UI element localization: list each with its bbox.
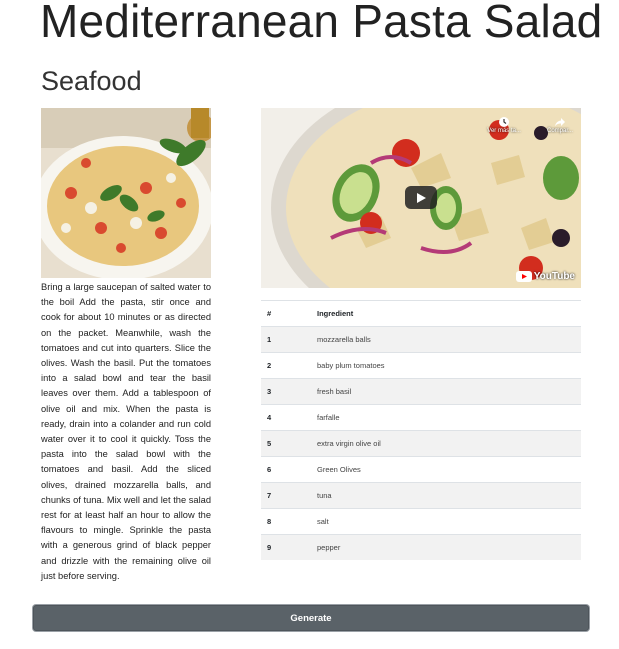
share-icon <box>554 118 565 127</box>
row-ingredient: tuna <box>317 482 581 509</box>
header-number: # <box>261 300 317 327</box>
youtube-icon <box>515 271 532 282</box>
table-row: 8 salt <box>261 508 581 535</box>
play-icon <box>417 192 426 203</box>
row-ingredient: extra virgin olive oil <box>317 430 581 457</box>
youtube-logo[interactable]: YouTube <box>515 271 575 282</box>
table-row: 6 Green Olives <box>261 456 581 483</box>
table-row: 9 pepper <box>261 534 581 560</box>
table-row: 4 farfalle <box>261 404 581 431</box>
row-number: 9 <box>261 534 317 560</box>
youtube-logo-text: YouTube <box>533 271 575 282</box>
play-button[interactable] <box>405 186 437 209</box>
table-header-row: # Ingredient <box>261 300 581 327</box>
recipe-title: Mediterranean Pasta Salad <box>40 0 603 47</box>
row-ingredient: mozzarella balls <box>317 326 581 353</box>
share-label: Compar... <box>546 128 573 134</box>
watch-later-button[interactable]: Ver más ta... <box>487 116 521 134</box>
row-number: 3 <box>261 378 317 405</box>
watch-later-label: Ver más ta... <box>487 128 521 134</box>
row-ingredient: pepper <box>317 534 581 560</box>
row-number: 4 <box>261 404 317 431</box>
table-row: 3 fresh basil <box>261 378 581 405</box>
generate-button[interactable]: Generate <box>33 605 589 631</box>
clock-icon <box>499 117 510 127</box>
row-number: 7 <box>261 482 317 509</box>
recipe-category: Seafood <box>41 66 142 96</box>
row-ingredient: salt <box>317 508 581 535</box>
header-ingredient: Ingredient <box>317 300 581 327</box>
row-number: 5 <box>261 430 317 457</box>
table-row: 5 extra virgin olive oil <box>261 430 581 457</box>
video-player[interactable]: Ver más ta... Compar... YouTube <box>261 108 581 288</box>
share-button[interactable]: Compar... <box>547 116 573 134</box>
row-ingredient: baby plum tomatoes <box>317 352 581 379</box>
table-row: 7 tuna <box>261 482 581 509</box>
row-ingredient: farfalle <box>317 404 581 431</box>
row-number: 6 <box>261 456 317 483</box>
recipe-photo <box>41 108 211 278</box>
ingredients-table: # Ingredient 1 mozzarella balls 2 baby p… <box>261 300 581 560</box>
row-number: 8 <box>261 508 317 535</box>
table-row: 2 baby plum tomatoes <box>261 352 581 379</box>
row-ingredient: fresh basil <box>317 378 581 405</box>
row-ingredient: Green Olives <box>317 456 581 483</box>
video-overlay-actions: Ver más ta... Compar... <box>487 116 573 134</box>
table-row: 1 mozzarella balls <box>261 326 581 353</box>
row-number: 1 <box>261 326 317 353</box>
row-number: 2 <box>261 352 317 379</box>
recipe-instructions: Bring a large saucepan of salted water t… <box>41 282 211 581</box>
